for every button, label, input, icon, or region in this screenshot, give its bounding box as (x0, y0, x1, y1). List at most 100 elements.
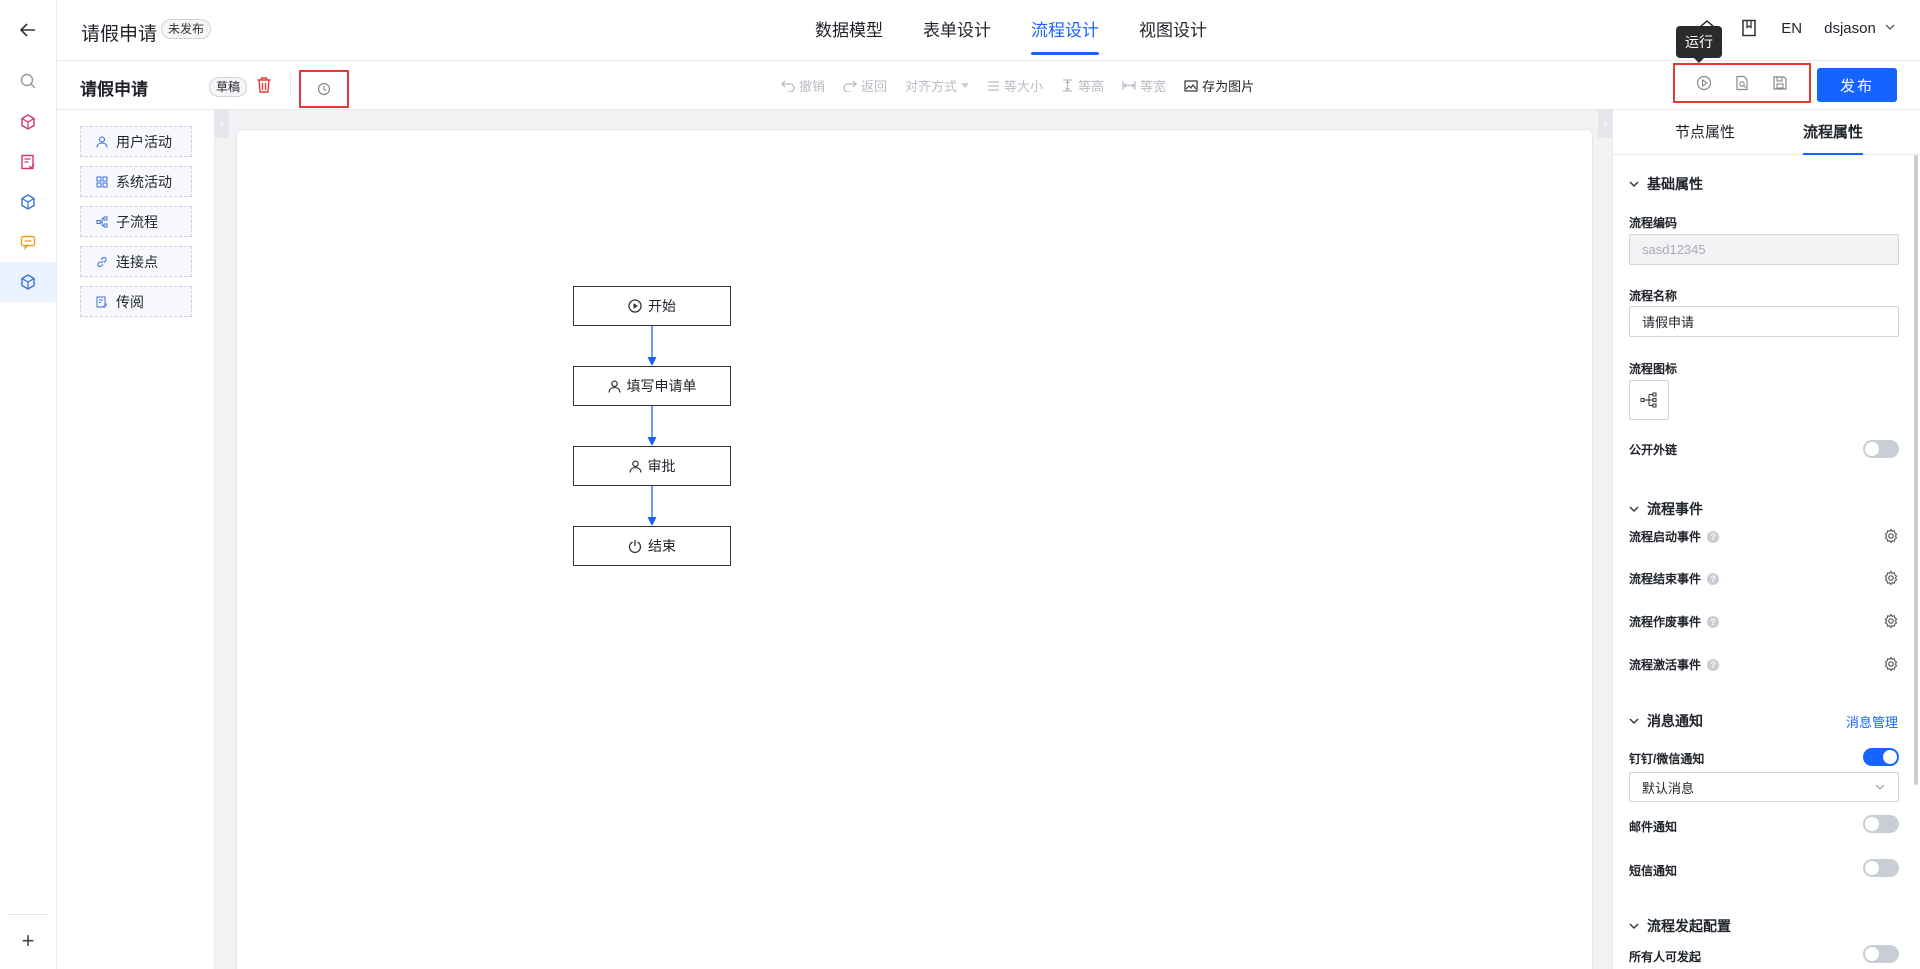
palette-system-activity[interactable]: 系统活动 (80, 166, 192, 197)
add-icon[interactable]: + (16, 928, 40, 953)
delete-icon[interactable] (256, 76, 274, 96)
tab-node-properties[interactable]: 节点属性 (1675, 110, 1735, 155)
message-icon[interactable] (17, 231, 39, 253)
undo-label: 撤销 (799, 79, 826, 94)
save-image-button[interactable]: 存为图片 (1184, 76, 1254, 95)
event-label: 流程结束事件 (1629, 572, 1702, 586)
select-value: 默认消息 (1642, 780, 1695, 796)
message-manage-link[interactable]: 消息管理 (1846, 712, 1898, 731)
process-name-input[interactable] (1629, 306, 1899, 337)
align-dropdown[interactable]: 对齐方式 (905, 76, 970, 95)
flow-edge[interactable] (642, 406, 662, 447)
flow-tree-icon (1640, 392, 1657, 408)
flow-node-fill-form[interactable]: 填写申请单 (573, 366, 731, 406)
image-icon (1184, 79, 1198, 92)
history-button[interactable] (299, 70, 349, 108)
palette-user-activity[interactable]: 用户活动 (80, 126, 192, 157)
user-icon (607, 379, 621, 393)
main-tabs: 数据模型 表单设计 流程设计 视图设计 (795, 0, 1227, 61)
palette-connection-point[interactable]: 连接点 (80, 246, 192, 277)
publish-button[interactable]: 发布 (1817, 68, 1897, 102)
draft-badge: 草稿 (209, 77, 248, 97)
undo-button[interactable]: 撤销 (781, 76, 825, 95)
tab-view-design[interactable]: 视图设计 (1119, 0, 1227, 61)
same-width-button[interactable]: 等宽 (1122, 76, 1166, 95)
save-image-label: 存为图片 (1202, 79, 1255, 94)
node-label: 审批 (647, 458, 676, 474)
redo-button[interactable]: 返回 (843, 76, 887, 95)
flow-canvas[interactable]: 开始 填写申请单 审批 结束 (236, 129, 1593, 969)
anyone-launch-toggle[interactable] (1863, 945, 1899, 963)
flow-edge[interactable] (642, 326, 662, 367)
back-arrow-icon[interactable] (16, 18, 40, 42)
name-label: 流程名称 (1629, 289, 1678, 303)
email-label: 邮件通知 (1629, 820, 1678, 834)
toolbar-divider (290, 73, 291, 97)
run-button[interactable] (1693, 72, 1715, 94)
sms-toggle[interactable] (1863, 859, 1899, 877)
tab-process-properties[interactable]: 流程属性 (1803, 110, 1864, 155)
dingtalk-message-select[interactable]: 默认消息 (1629, 772, 1899, 802)
help-icon[interactable]: ? (1707, 615, 1720, 628)
save-button[interactable] (1769, 72, 1791, 94)
palette-item-label: 子流程 (116, 213, 158, 230)
dingtalk-toggle[interactable] (1863, 748, 1899, 766)
package-icon[interactable] (17, 191, 39, 213)
process-icon-picker[interactable] (1629, 380, 1669, 420)
circulate-icon (96, 296, 108, 308)
section-notify[interactable]: 消息通知 (1629, 711, 1703, 731)
public-link-toggle[interactable] (1863, 440, 1899, 458)
section-title: 流程事件 (1647, 501, 1703, 517)
collapse-left-icon[interactable]: ‹ (215, 110, 229, 138)
section-title: 基础属性 (1647, 176, 1703, 192)
event-end-label: 流程结束事件? (1629, 570, 1720, 587)
book-icon[interactable] (1739, 18, 1759, 38)
form-icon[interactable] (17, 151, 39, 173)
dingtalk-label: 钉钉/微信通知 (1629, 752, 1705, 766)
palette-subprocess[interactable]: 子流程 (80, 206, 192, 237)
user-menu[interactable]: dsjason (1824, 20, 1896, 37)
search-icon[interactable] (17, 70, 39, 92)
tab-data-model[interactable]: 数据模型 (795, 0, 903, 61)
power-icon (628, 540, 642, 553)
same-height-icon (1063, 79, 1073, 92)
flow-node-end[interactable]: 结束 (573, 526, 731, 566)
chevron-down-icon (1885, 24, 1895, 30)
validate-button[interactable] (1731, 72, 1753, 94)
email-toggle[interactable] (1863, 815, 1899, 833)
event-void-settings-icon[interactable] (1883, 613, 1899, 629)
event-start-settings-icon[interactable] (1883, 528, 1899, 544)
header-actions: EN dsjason (1697, 18, 1896, 38)
palette-circulate[interactable]: 传阅 (80, 286, 192, 317)
help-icon[interactable]: ? (1707, 572, 1720, 585)
cube-icon[interactable] (17, 111, 39, 133)
caret-down-icon (961, 82, 970, 88)
section-title: 消息通知 (1647, 713, 1703, 729)
chevron-down-icon (1629, 181, 1639, 187)
section-events[interactable]: 流程事件 (1629, 499, 1703, 519)
save-icon (1773, 76, 1787, 90)
event-activate-label: 流程激活事件? (1629, 656, 1720, 673)
event-activate-settings-icon[interactable] (1883, 656, 1899, 672)
tab-form-design[interactable]: 表单设计 (903, 0, 1011, 61)
language-switch[interactable]: EN (1781, 20, 1802, 37)
flow-node-start[interactable]: 开始 (573, 286, 731, 326)
section-launch[interactable]: 流程发起配置 (1629, 916, 1731, 936)
help-icon[interactable]: ? (1707, 658, 1720, 671)
app-title: 请假申请 (81, 24, 158, 45)
flow-module-icon[interactable] (0, 262, 56, 302)
tab-process-design[interactable]: 流程设计 (1011, 0, 1119, 61)
rail-divider (8, 914, 48, 915)
chevron-down-icon (1629, 923, 1639, 929)
same-size-button[interactable]: 等大小 (987, 76, 1043, 95)
section-basic[interactable]: 基础属性 (1629, 174, 1703, 194)
flow-edge[interactable] (642, 486, 662, 527)
process-code-input[interactable] (1629, 234, 1899, 265)
same-height-button[interactable]: 等高 (1061, 76, 1104, 95)
collapse-right-icon[interactable]: › (1598, 110, 1612, 138)
help-icon[interactable]: ? (1707, 530, 1720, 543)
panel-scrollbar[interactable] (1914, 155, 1918, 785)
event-end-settings-icon[interactable] (1883, 570, 1899, 586)
clock-icon (317, 82, 331, 96)
flow-node-approve[interactable]: 审批 (573, 446, 731, 486)
